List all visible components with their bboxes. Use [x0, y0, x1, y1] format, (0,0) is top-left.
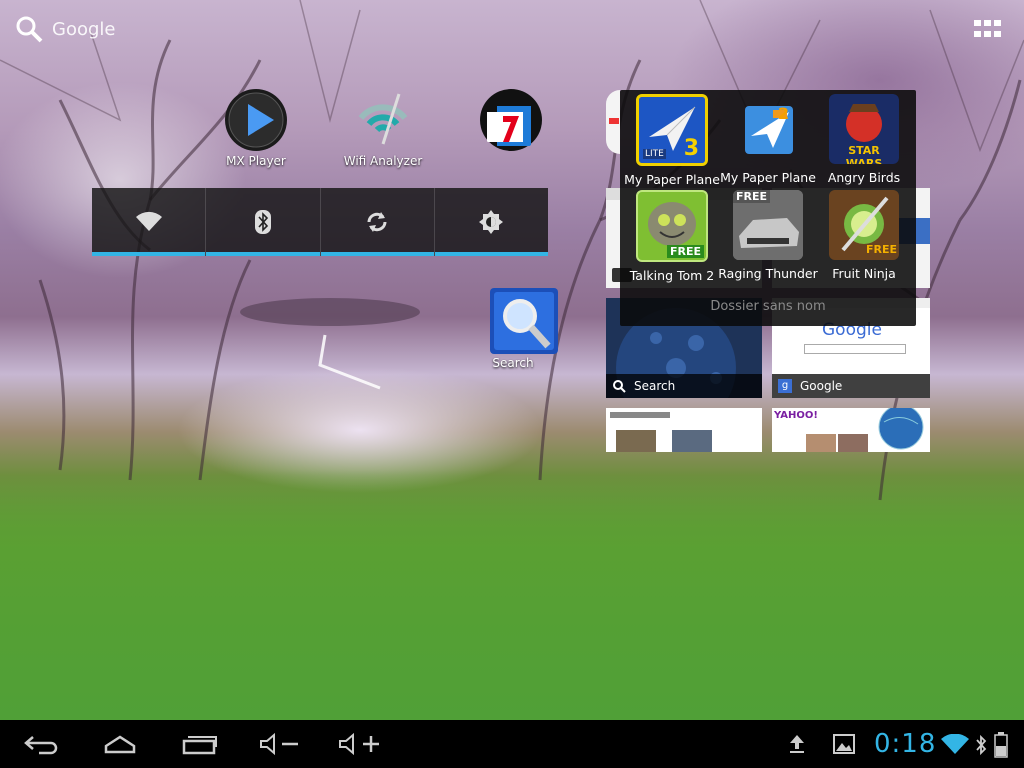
- search-app-icon: [490, 288, 558, 354]
- search-icon: [613, 380, 626, 393]
- angry-birds-star-wars-icon: STAR WARS: [829, 94, 899, 164]
- bluetooth-icon: [254, 210, 271, 234]
- recent-thumb-yahoo[interactable]: YAHOO!: [772, 408, 930, 452]
- app-wifi-analyzer[interactable]: Wifi Analyzer: [328, 88, 438, 168]
- folder-app-my-paper-plane-lite[interactable]: LITE 3 My Paper Plane: [624, 94, 720, 187]
- upload-icon: [790, 735, 804, 753]
- bluetooth-status-icon: [976, 734, 987, 756]
- fruit-ninja-icon: FREE: [829, 190, 899, 260]
- folder-app-label: My Paper Plane: [624, 172, 720, 187]
- yahoo-logo: YAHOO!: [774, 410, 818, 421]
- folder-app-talking-tom-2[interactable]: FREE Talking Tom 2: [624, 190, 720, 283]
- folder-app-angry-birds[interactable]: STAR WARS Angry Birds: [816, 94, 912, 185]
- wifi-toggle[interactable]: [92, 188, 207, 256]
- app-search[interactable]: Search: [458, 288, 568, 370]
- google-label: Google: [52, 18, 116, 40]
- app-label: Wifi Analyzer: [343, 154, 423, 168]
- system-navigation-bar: [0, 720, 1024, 768]
- status-clock[interactable]: 0:18: [874, 729, 936, 759]
- wifi-analyzer-icon: [358, 93, 408, 145]
- gallery-notification[interactable]: [832, 730, 856, 758]
- home-icon: [104, 735, 136, 754]
- bluetooth-toggle[interactable]: [206, 188, 321, 256]
- folder-name[interactable]: Dossier sans nom: [620, 299, 916, 314]
- volume-down-icon: [260, 732, 298, 756]
- brightness-toggle[interactable]: [434, 188, 549, 256]
- thumb-caption: Search: [606, 374, 762, 398]
- folder-app-label: Raging Thunder: [718, 266, 818, 281]
- back-icon: [24, 736, 58, 755]
- recent-apps-icon: [182, 736, 217, 755]
- battery-icon: [994, 732, 1008, 758]
- google-g-icon: g: [778, 379, 792, 393]
- wifi-icon: [135, 211, 162, 231]
- thumb-label: Google: [800, 379, 843, 393]
- volume-up-button[interactable]: [336, 730, 384, 758]
- brightness-icon: [479, 210, 504, 234]
- power-control-widget: [92, 188, 549, 256]
- volume-up-icon: [339, 732, 379, 756]
- app-label: Search: [492, 356, 534, 370]
- folder-app-fruit-ninja[interactable]: FREE Fruit Ninja: [816, 190, 912, 281]
- paper-plane-lite-icon: LITE 3: [636, 94, 708, 166]
- folder-app-raging-thunder[interactable]: FREE Raging Thunder: [718, 190, 818, 281]
- app-tele7[interactable]: [456, 88, 566, 154]
- all-apps-button[interactable]: [974, 20, 1002, 38]
- gallery-icon: [833, 734, 855, 754]
- wifi-signal-icon: [941, 734, 969, 754]
- search-icon: [16, 16, 43, 43]
- app-label: MX Player: [226, 154, 286, 168]
- mx-player-icon: [225, 89, 287, 151]
- folder-app-label: Talking Tom 2: [629, 268, 715, 283]
- upload-notification[interactable]: [786, 730, 808, 758]
- sync-icon: [367, 212, 387, 232]
- folder-popup: LITE 3 My Paper Plane 2 My Paper Plane S…: [620, 90, 916, 326]
- folder-app-label: Fruit Ninja: [832, 266, 896, 281]
- globe-icon: [878, 408, 924, 450]
- volume-down-button[interactable]: [258, 730, 302, 758]
- raging-thunder-icon: FREE: [733, 190, 803, 260]
- back-button[interactable]: [22, 730, 60, 758]
- recent-thumb-news[interactable]: [606, 408, 762, 452]
- tele7-icon: [480, 89, 542, 151]
- sync-toggle[interactable]: [320, 188, 435, 256]
- thumb-caption: g Google: [772, 374, 930, 398]
- recent-apps-button[interactable]: [182, 730, 218, 758]
- paper-plane-icon: 2: [733, 94, 803, 164]
- thumb-label: Search: [634, 379, 676, 393]
- partial-app-icon[interactable]: [606, 90, 620, 154]
- talking-tom-icon: FREE: [636, 190, 708, 262]
- folder-app-my-paper-plane[interactable]: 2 My Paper Plane: [720, 94, 816, 185]
- folder-app-label: Angry Birds: [827, 170, 901, 185]
- google-search-widget[interactable]: Google: [14, 14, 115, 44]
- home-button[interactable]: [98, 730, 142, 758]
- app-mx-player[interactable]: MX Player: [201, 88, 311, 168]
- folder-app-label: My Paper Plane: [720, 170, 816, 185]
